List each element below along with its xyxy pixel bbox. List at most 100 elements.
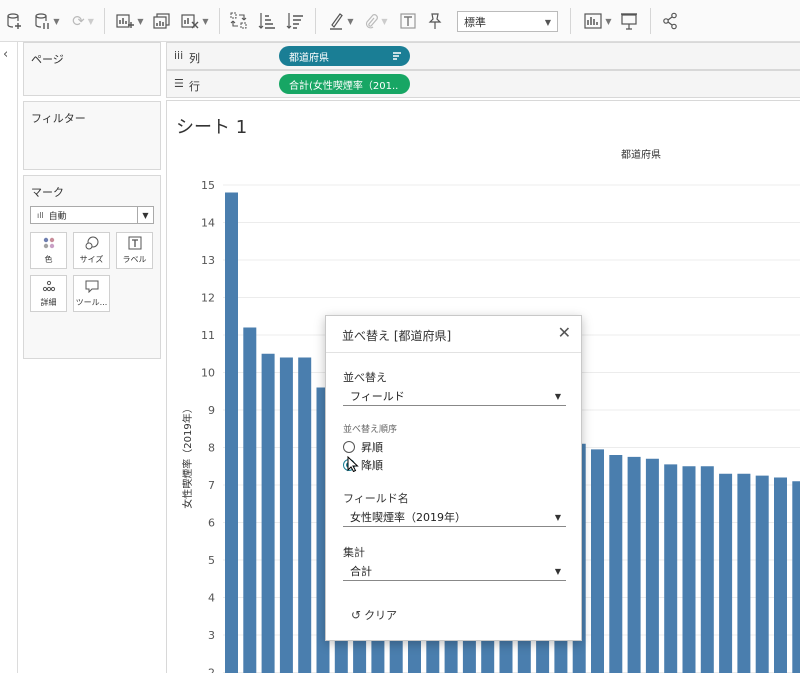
descending-label: 降順	[361, 459, 383, 472]
chevron-down-icon: ▼	[554, 392, 561, 401]
bar[interactable]	[682, 466, 696, 673]
filters-card[interactable]: フィルター	[23, 101, 161, 170]
bar[interactable]	[591, 449, 604, 673]
bar[interactable]	[737, 473, 751, 673]
field-name-select[interactable]: 女性喫煙率（2019年） ▼	[343, 507, 566, 527]
y-tick-label: 14	[201, 217, 215, 230]
aggregation-label: 集計	[343, 546, 365, 559]
bar-chart-icon: ıll	[37, 210, 44, 220]
sort-descending-icon	[392, 51, 402, 64]
color-button[interactable]: 色	[30, 232, 67, 269]
aggregation-select[interactable]: 合計 ▼	[343, 561, 566, 581]
sort-by-value: フィールド	[350, 390, 405, 403]
presentation-icon[interactable]	[618, 9, 640, 33]
column-header: 都道府県	[621, 148, 661, 161]
chevron-left-icon[interactable]: ‹	[3, 47, 8, 62]
chevron-down-icon: ▼	[544, 18, 551, 27]
new-worksheet-icon[interactable]: ▼	[114, 9, 146, 33]
group-icon[interactable]: ▼	[361, 9, 391, 33]
pages-card[interactable]: ページ	[23, 42, 161, 96]
sort-by-label: 並べ替え	[343, 371, 387, 384]
clear-button[interactable]: ↺ クリア	[351, 607, 397, 623]
marks-title: マーク	[31, 186, 64, 199]
rows-icon: ☰	[174, 77, 184, 90]
columns-pill[interactable]: 都道府県	[279, 46, 410, 66]
size-button[interactable]: サイズ	[73, 232, 110, 269]
y-tick-label: 2	[208, 667, 215, 673]
y-tick-label: 11	[201, 329, 215, 342]
bar[interactable]	[755, 475, 769, 673]
fit-format-select[interactable]: 標準 ▼	[457, 11, 558, 32]
bar[interactable]	[700, 466, 714, 673]
bar[interactable]	[627, 456, 641, 673]
bar[interactable]	[279, 357, 293, 673]
detail-dots-icon	[42, 279, 56, 294]
highlight-icon[interactable]: ▼	[325, 9, 357, 33]
rows-label: 行	[189, 80, 200, 93]
bar[interactable]	[774, 477, 787, 673]
bar[interactable]	[261, 353, 275, 673]
duplicate-sheet-icon[interactable]	[150, 9, 174, 33]
toolbar: ▼ ⟳ ▼ ▼ ▼ ▼ ▼ 標準 ▼ ▼	[0, 0, 800, 42]
y-tick-label: 13	[201, 254, 215, 267]
label-button[interactable]: ラベル	[116, 232, 153, 269]
pin-axes-icon[interactable]	[425, 9, 445, 33]
bar[interactable]	[719, 473, 733, 673]
sort-descending-icon[interactable]	[284, 9, 306, 33]
text-label-icon	[128, 236, 142, 251]
clear-sheet-icon[interactable]: ▼	[178, 9, 212, 33]
color-dots-icon	[42, 236, 56, 251]
mark-type-select[interactable]: ıll 自動 ▼	[30, 206, 154, 224]
new-data-source-icon[interactable]	[4, 9, 24, 33]
ascending-label: 昇順	[361, 441, 383, 454]
mark-type-value: 自動	[48, 211, 67, 222]
rows-pill[interactable]: 合計(女性喫煙率（201..	[279, 74, 410, 94]
rows-pill-label: 合計(女性喫煙率（201..	[289, 80, 399, 92]
columns-shelf[interactable]: iii 列 都道府県	[166, 42, 800, 70]
ascending-radio[interactable]	[343, 441, 355, 453]
show-labels-icon[interactable]	[398, 9, 418, 33]
share-icon[interactable]	[660, 9, 680, 33]
marks-card: マーク ıll 自動 ▼ 色 サイズ ラベル 詳細 ツール...	[23, 175, 161, 359]
bar[interactable]	[645, 458, 659, 673]
color-label: 色	[44, 255, 53, 264]
pause-updates-icon[interactable]: ▼	[32, 9, 62, 33]
y-tick-label: 4	[208, 592, 215, 605]
sort-by-select[interactable]: フィールド ▼	[343, 386, 566, 406]
data-pane-collapsed: ‹	[0, 42, 18, 673]
y-tick-label: 12	[201, 292, 215, 305]
toolbar-separator	[219, 8, 220, 34]
label-label: ラベル	[122, 255, 147, 264]
ascending-option[interactable]: 昇順	[343, 439, 383, 455]
bar[interactable]	[243, 327, 257, 673]
clear-label: クリア	[364, 609, 398, 622]
y-tick-label: 15	[201, 179, 215, 192]
mouse-cursor-icon	[347, 456, 359, 472]
chevron-down-icon: ▼	[554, 567, 561, 576]
toolbar-separator	[104, 8, 105, 34]
toolbar-separator	[570, 8, 571, 34]
bar[interactable]	[792, 481, 800, 673]
rows-shelf[interactable]: ☰ 行 合計(女性喫煙率（201..	[166, 70, 800, 98]
tooltip-button[interactable]: ツール...	[73, 275, 110, 312]
size-circles-icon	[85, 236, 99, 251]
filters-title: フィルター	[31, 112, 86, 125]
y-axis-title: 女性喫煙率（2019年）	[181, 403, 194, 508]
toolbar-separator	[315, 8, 316, 34]
bar[interactable]	[664, 464, 678, 673]
show-me-icon[interactable]: ▼	[582, 9, 614, 33]
y-tick-label: 5	[208, 554, 215, 567]
bar[interactable]	[298, 357, 312, 673]
toolbar-separator	[650, 8, 651, 34]
field-name-label: フィールド名	[343, 492, 409, 505]
sort-ascending-icon[interactable]	[256, 9, 278, 33]
swap-rows-columns-icon[interactable]	[228, 9, 250, 33]
close-icon[interactable]: ✕	[558, 323, 571, 342]
reset-icon: ↺	[351, 608, 362, 622]
bar[interactable]	[225, 192, 238, 673]
y-tick-label: 3	[208, 629, 215, 642]
refresh-icon[interactable]: ⟳ ▼	[68, 9, 98, 33]
aggregation-value: 合計	[350, 565, 372, 578]
bar[interactable]	[609, 455, 623, 673]
detail-button[interactable]: 詳細	[30, 275, 67, 312]
